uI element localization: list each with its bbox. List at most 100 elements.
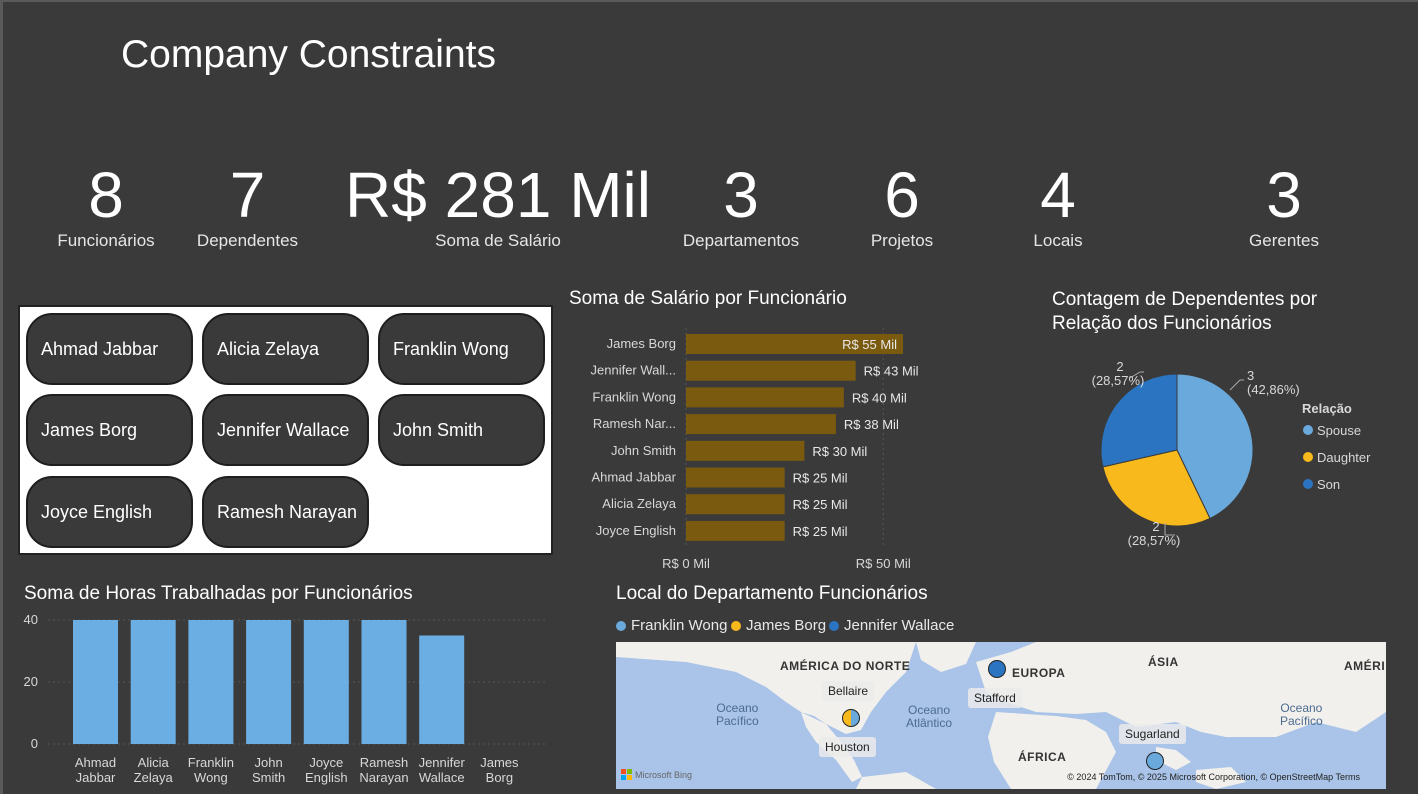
kpi-departamentos: 3 Departamentos xyxy=(676,163,806,251)
x-tick-label: English xyxy=(305,770,348,785)
kpi-label: Funcionários xyxy=(57,231,155,250)
kpi-value: 4 xyxy=(1040,159,1076,231)
data-label: R$ 25 Mil xyxy=(793,471,848,486)
kpi-value: 3 xyxy=(723,159,759,231)
hours-bar-chart: 40 20 0 AhmadJabbar AliciaZelaya FranklinWong… xyxy=(24,612,548,785)
map-region-label: ÁFRICA xyxy=(1018,750,1067,764)
salary-bar xyxy=(686,467,785,488)
pie-percent-label: (28,57%) xyxy=(1092,373,1145,388)
map-bubble-houston[interactable] xyxy=(842,709,860,727)
y-tick-label: James Borg xyxy=(607,336,676,351)
kpi-dependentes: 7 Dependentes xyxy=(190,163,305,251)
map-region-label: AMÉRI xyxy=(1344,659,1386,673)
kpi-label: Departamentos xyxy=(682,231,800,250)
map-credits[interactable]: © 2024 TomTom, © 2025 Microsoft Corporat… xyxy=(1067,772,1360,782)
slicer-item-james-borg[interactable]: James Borg xyxy=(26,394,193,466)
pie-percent-label: (28,57%) xyxy=(1128,533,1181,548)
hours-bar xyxy=(246,620,292,744)
kpi-label: Locais xyxy=(1033,231,1083,250)
slicer-item-ramesh-narayan[interactable]: Ramesh Narayan xyxy=(202,476,369,548)
hours-bar xyxy=(303,620,349,744)
bing-logo: Microsoft Bing xyxy=(621,769,692,780)
map-ocean-label: Oceano Pacífico xyxy=(1280,702,1323,728)
legend-dot-icon xyxy=(1303,425,1313,435)
department-location-map[interactable]: AMÉRICA DO NORTE EUROPA ÁSIA AMÉRI ÁFRIC… xyxy=(616,642,1386,789)
salary-bar-chart: James Borg R$ 55 Mil Jennifer Wall... R$ 43… xyxy=(591,328,919,571)
salary-bar xyxy=(686,414,836,435)
data-label: R$ 55 Mil xyxy=(842,337,897,352)
legend-label: Daughter xyxy=(1317,450,1371,465)
legend-label: Spouse xyxy=(1317,423,1361,438)
kpi-label: Gerentes xyxy=(1249,231,1319,250)
x-tick-label: Narayan xyxy=(359,770,408,785)
kpi-soma-salario: R$ 281 Mil Soma de Salário xyxy=(338,163,658,251)
salary-bar xyxy=(686,520,785,541)
hours-bar xyxy=(73,620,118,744)
y-tick-label: Ramesh Nar... xyxy=(593,416,676,431)
slicer-item-john-smith[interactable]: John Smith xyxy=(378,394,545,466)
kpi-value: 8 xyxy=(88,159,124,231)
legend-dot-icon xyxy=(731,620,741,631)
x-tick-label: Zelaya xyxy=(134,770,174,785)
slicer-item-joyce-english[interactable]: Joyce English xyxy=(26,476,193,548)
map-bubble-stafford[interactable] xyxy=(988,660,1006,678)
kpi-label: Projetos xyxy=(870,231,934,250)
map-ocean-label: Oceano Atlântico xyxy=(906,704,952,730)
map-title: Local do Departamento Funcionários xyxy=(616,583,928,604)
map-city-label: Sugarland xyxy=(1119,724,1186,744)
y-tick-label: Ahmad Jabbar xyxy=(591,470,676,485)
map-legend-item[interactable]: Franklin Wong xyxy=(616,617,727,634)
y-tick-label: John Smith xyxy=(611,443,676,458)
ocean-word: Atlântico xyxy=(906,716,953,730)
data-label: R$ 43 Mil xyxy=(864,364,919,379)
map-city-label: Bellaire xyxy=(822,681,875,701)
y-tick-label: 20 xyxy=(24,674,38,689)
pie-value-label: 3 xyxy=(1247,368,1254,383)
page-title: Company Constraints xyxy=(121,33,496,76)
map-legend-item[interactable]: James Borg xyxy=(731,617,826,634)
employee-slicer: Ahmad Jabbar Alicia Zelaya Franklin Wong… xyxy=(18,305,553,555)
x-tick-label: R$ 50 Mil xyxy=(856,556,911,571)
x-tick-label: R$ 0 Mil xyxy=(662,556,710,571)
x-tick-label: Smith xyxy=(252,770,285,785)
salary-chart-title: Soma de Salário por Funcionário xyxy=(569,288,847,309)
legend-label: Franklin Wong xyxy=(631,617,728,634)
x-tick-label: Jabbar xyxy=(76,770,116,785)
y-tick-label: Alicia Zelaya xyxy=(602,496,676,511)
bing-brand-text: Microsoft Bing xyxy=(635,769,693,780)
slicer-item-jennifer-wallace[interactable]: Jennifer Wallace xyxy=(202,394,369,466)
kpi-projetos: 6 Projetos xyxy=(852,163,952,251)
x-tick-label: Wong xyxy=(194,770,228,785)
salary-bar xyxy=(686,387,844,408)
kpi-funcionarios: 8 Funcionários xyxy=(50,163,162,251)
map-region-label: EUROPA xyxy=(1012,666,1066,680)
y-tick-label: Jennifer Wall... xyxy=(591,363,677,378)
ocean-word: Pacífico xyxy=(716,714,759,728)
kpi-value: 3 xyxy=(1266,159,1302,231)
map-bubble-sugarland[interactable] xyxy=(1146,752,1164,770)
x-tick-label: Borg xyxy=(486,770,513,785)
x-tick-label: Franklin xyxy=(188,755,234,770)
map-city-label: Stafford xyxy=(968,688,1022,708)
slicer-item-alicia-zelaya[interactable]: Alicia Zelaya xyxy=(202,313,369,385)
slicer-item-ahmad-jabbar[interactable]: Ahmad Jabbar xyxy=(26,313,193,385)
kpi-label: Soma de Salário xyxy=(435,231,561,250)
x-tick-label: Alicia xyxy=(138,755,170,770)
y-tick-label: Joyce English xyxy=(596,523,676,538)
pie-value-label: 2 xyxy=(1116,359,1123,374)
ocean-word: Pacífico xyxy=(1280,714,1323,728)
map-legend-item[interactable]: Jennifer Wallace xyxy=(829,617,954,634)
x-tick-label: Ramesh xyxy=(360,755,408,770)
map-city-label: Houston xyxy=(819,737,876,757)
map-region-label: ÁSIA xyxy=(1148,655,1179,669)
slicer-item-franklin-wong[interactable]: Franklin Wong xyxy=(378,313,545,385)
salary-bar xyxy=(686,494,785,515)
pie-percent-label: (42,86%) xyxy=(1247,382,1300,397)
x-tick-label: Jennifer xyxy=(419,755,466,770)
x-tick-label: John xyxy=(254,755,282,770)
leader-line xyxy=(1229,379,1244,391)
map-region-label: AMÉRICA DO NORTE xyxy=(780,659,911,673)
pie-value-label: 2 xyxy=(1152,519,1159,534)
dependents-pie-chart: 3(42,86%)2(28,57%)2(28,57%)RelaçãoSpouse… xyxy=(1092,359,1372,548)
legend-title: Relação xyxy=(1302,401,1352,416)
